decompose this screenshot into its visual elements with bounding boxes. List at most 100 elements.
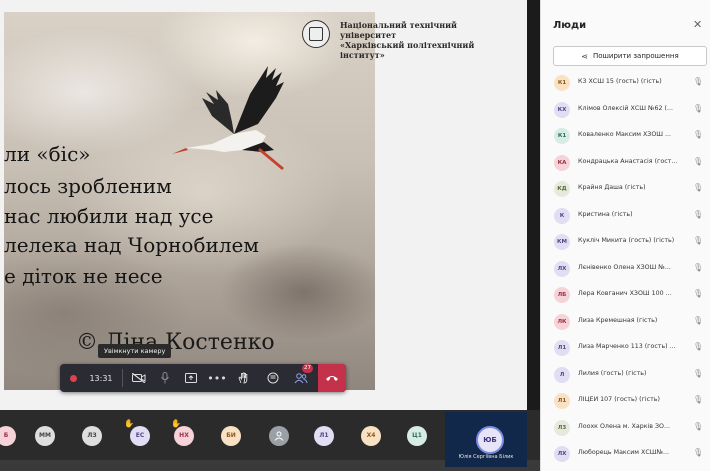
- participant-avatar[interactable]: Х4: [361, 426, 381, 446]
- participant-name: ЛІЦЕЙ 107 (гость) (гість): [578, 396, 660, 403]
- avatar: КМ: [554, 234, 570, 250]
- avatar: Л1: [554, 340, 570, 356]
- participant-row[interactable]: К1 Коваленко Максим ХЗОШ ... 🎙: [541, 123, 710, 150]
- chat-button[interactable]: [260, 364, 286, 392]
- participant-name: Кукліч Микита (гость) (гість): [578, 237, 675, 244]
- stork-image: [172, 66, 284, 170]
- share-screen-button[interactable]: [178, 364, 204, 392]
- speaker-avatar: ЮБ: [476, 426, 504, 454]
- mic-muted-icon: 🎙: [693, 395, 704, 404]
- participant-row[interactable]: ЛХ Люборець Максим ХСШ№... 🎙: [541, 441, 710, 468]
- raise-hand-button[interactable]: [230, 364, 256, 392]
- participant-avatar[interactable]: БИ: [221, 426, 241, 446]
- participant-name: Коваленко Максим ХЗОШ ...: [578, 131, 672, 138]
- share-invite-label: Поширити запрошення: [592, 52, 679, 60]
- recording-indicator: [68, 364, 78, 392]
- participant-name: Крайня Даша (гість): [578, 184, 646, 191]
- poem-line-3: нас любили над усе: [4, 204, 214, 228]
- person-icon: [274, 431, 284, 441]
- participant-row[interactable]: ЛХ Лєнівенко Олена ХЗОШ №... 🎙: [541, 256, 710, 283]
- avatar: ЛХ: [554, 260, 570, 277]
- participant-avatar[interactable]: ЛЗ: [82, 426, 102, 446]
- participant-name: Лиза Марченко 113 (гость) ...: [578, 343, 676, 350]
- avatar: ЛХ: [554, 446, 570, 462]
- presentation-slide: ли «біс» лось зробленим нас любили над у…: [4, 12, 375, 390]
- participant-row[interactable]: КМ Кукліч Микита (гость) (гість) 🎙: [541, 229, 710, 256]
- avatar: КА: [554, 154, 570, 171]
- participant-row[interactable]: ЛК Лиза Кремешная (гість) 🎙: [541, 309, 710, 336]
- university-logo: [302, 20, 330, 48]
- close-icon[interactable]: ✕: [693, 18, 702, 31]
- raised-hand-icon: ✋: [171, 419, 181, 428]
- participant-row[interactable]: ЛБ Лера Ковганич ХЗОШ 100 ... 🎙: [541, 282, 710, 309]
- participant-row[interactable]: КХ Клімов Олексій ХСШ №62 (... 🎙: [541, 97, 710, 124]
- microphone-button[interactable]: [152, 364, 178, 392]
- raise-hand-icon: [237, 372, 247, 384]
- participant-name: Лера Ковганич ХЗОШ 100 ...: [578, 290, 672, 297]
- participant-name: Лєнівенко Олена ХЗОШ №...: [578, 263, 671, 271]
- avatar: Л: [554, 366, 570, 383]
- university-line-1: Національний технічний університет: [340, 20, 457, 40]
- hang-up-icon: [326, 376, 338, 381]
- participant-name: Лилия (гость) (гість): [578, 369, 647, 377]
- presentation-stage: ли «біс» лось зробленим нас любили над у…: [0, 0, 527, 410]
- mic-muted-icon: 🎙: [693, 289, 704, 298]
- avatar: К1: [554, 128, 570, 144]
- mic-muted-icon: 🎙: [693, 209, 704, 219]
- participant-row[interactable]: К Кристина (гість) 🎙: [541, 203, 710, 230]
- participant-name: Люборець Максим ХСШ№...: [578, 449, 670, 456]
- more-actions-button[interactable]: •••: [204, 364, 230, 392]
- mic-muted-icon: 🎙: [693, 156, 704, 166]
- participants-icon: [294, 372, 308, 383]
- participant-avatar[interactable]: ЕС: [130, 426, 150, 446]
- avatar: ЛБ: [554, 287, 570, 303]
- speaker-name: Юлія Сергіївна Білик: [458, 454, 514, 460]
- record-dot-icon: [69, 374, 77, 382]
- share-invite-button[interactable]: ⋖ Поширити запрошення: [553, 46, 707, 66]
- participant-avatar[interactable]: Л1: [314, 426, 334, 446]
- mic-muted-icon: 🎙: [693, 421, 704, 431]
- participant-row[interactable]: Л1 Лиза Марченко 113 (гость) ... 🎙: [541, 335, 710, 362]
- camera-off-icon: [132, 373, 146, 383]
- mic-muted-icon: 🎙: [693, 130, 704, 139]
- chat-icon: [267, 372, 279, 384]
- participant-name: Лиза Кремешная (гість): [578, 316, 658, 324]
- mic-muted-icon: 🎙: [693, 236, 704, 245]
- participant-row[interactable]: Л Лилия (гость) (гість) 🎙: [541, 362, 710, 389]
- mic-muted-icon: 🎙: [693, 103, 704, 113]
- participant-row[interactable]: Л3 Лоохк Олена м. Харків ЗО... 🎙: [541, 415, 710, 442]
- avatar: ЛК: [554, 313, 570, 330]
- participant-avatar[interactable]: Ц1: [407, 426, 427, 446]
- avatar: КД: [554, 181, 570, 197]
- participant-row[interactable]: Л1 ЛІЦЕЙ 107 (гость) (гість) 🎙: [541, 388, 710, 415]
- university-line-2: «Харківський політехнічний інститут»: [340, 40, 475, 60]
- camera-tooltip: Увімкнути камеру: [98, 344, 172, 358]
- participant-row[interactable]: К1 К3 ХСШ 15 (гость) (гість) 🎙: [541, 70, 710, 97]
- share-icon: ⋖: [581, 51, 588, 61]
- camera-toggle-button[interactable]: [126, 364, 152, 392]
- participant-name: Кондрацька Анастасія (гост...: [578, 157, 678, 165]
- panel-title: Люди: [553, 20, 587, 31]
- avatar: Л3: [554, 419, 570, 436]
- microphone-icon: [161, 372, 169, 384]
- participants-count-badge: 27: [302, 364, 313, 373]
- poem-line-2: лось зробленим: [4, 174, 172, 198]
- participant-avatar[interactable]: ММ: [35, 426, 55, 446]
- poem-line-1: ли «біс»: [4, 142, 91, 166]
- participant-row[interactable]: КД Крайня Даша (гість) 🎙: [541, 176, 710, 203]
- participant-avatar[interactable]: НХ: [174, 426, 194, 446]
- mic-muted-icon: 🎙: [693, 183, 704, 192]
- participant-row[interactable]: КА Кондрацька Анастасія (гост... 🎙: [541, 150, 710, 177]
- mic-muted-icon: 🎙: [693, 77, 704, 86]
- mic-muted-icon: 🎙: [693, 262, 704, 272]
- mic-muted-icon: 🎙: [693, 342, 704, 351]
- avatar: К: [554, 207, 570, 224]
- mic-muted-icon: 🎙: [693, 448, 704, 457]
- person-icon[interactable]: [269, 426, 289, 446]
- mic-muted-icon: 🎙: [693, 315, 704, 325]
- hang-up-button[interactable]: [318, 364, 346, 392]
- stage-divider: [527, 0, 540, 410]
- divider: [122, 369, 123, 387]
- participant-name: К3 ХСШ 15 (гость) (гість): [578, 78, 662, 85]
- people-panel: Люди ✕ ⋖ Поширити запрошення К1 К3 ХСШ 15…: [540, 0, 710, 471]
